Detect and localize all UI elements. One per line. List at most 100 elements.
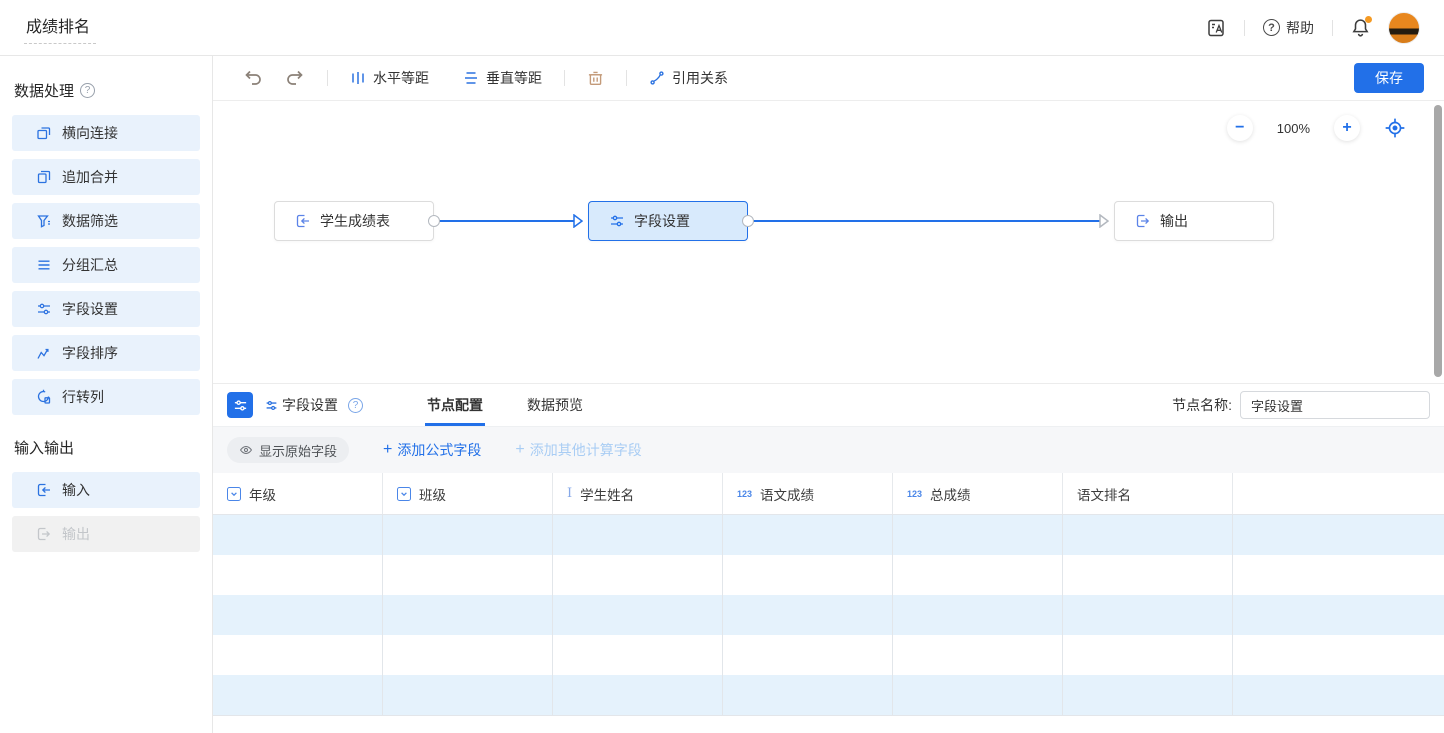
field-actions-row: 显示原始字段 + 添加公式字段 + 添加其他计算字段: [213, 427, 1444, 473]
sidebar-item-data-filter[interactable]: 数据筛选: [12, 203, 200, 239]
avatar[interactable]: [1388, 12, 1420, 44]
node-field-settings[interactable]: 字段设置: [588, 201, 748, 241]
vertical-distribute-button[interactable]: 垂直等距: [463, 68, 542, 88]
help-button[interactable]: ? 帮助: [1263, 18, 1314, 38]
table-row: [213, 595, 1444, 635]
node-output-port[interactable]: [742, 215, 754, 227]
append-merge-icon: [36, 169, 52, 185]
add-formula-field-button[interactable]: + 添加公式字段: [383, 440, 481, 460]
crosshair-icon: [1384, 117, 1406, 139]
edge-arrow-icon: [573, 214, 583, 228]
panel-tabs: 节点配置 数据预览: [427, 384, 583, 426]
tab-data-preview[interactable]: 数据预览: [527, 384, 583, 426]
node-label: 输出: [1160, 211, 1188, 231]
column-header-empty: [1233, 473, 1444, 514]
node-name-input[interactable]: [1240, 391, 1430, 419]
divider: [1332, 20, 1333, 36]
sidebar-item-label: 数据筛选: [62, 211, 118, 231]
output-icon: [1135, 213, 1151, 229]
horizontal-distribute-icon: [350, 70, 366, 86]
language-icon[interactable]: [1206, 18, 1226, 38]
sidebar-item-append-merge[interactable]: 追加合并: [12, 159, 200, 195]
sidebar-item-label: 字段排序: [62, 343, 118, 363]
section-title-input-output: 输入输出: [12, 437, 200, 458]
text-field-icon: I: [567, 486, 572, 501]
sidebar-item-label: 追加合并: [62, 167, 118, 187]
node-label: 字段设置: [634, 211, 690, 231]
column-header-grade[interactable]: 年级: [213, 473, 383, 514]
input-icon: [295, 213, 311, 229]
output-icon: [36, 526, 52, 542]
vertical-scrollbar[interactable]: [1434, 105, 1442, 377]
save-button[interactable]: 保存: [1354, 63, 1424, 93]
sidebar: 数据处理 ? 横向连接 追加合并 数据筛选: [0, 56, 213, 733]
document-title[interactable]: 成绩排名: [24, 11, 96, 44]
table-row: [213, 555, 1444, 595]
plus-icon: +: [515, 442, 524, 458]
input-icon: [36, 482, 52, 498]
horizontal-distribute-button[interactable]: 水平等距: [350, 68, 429, 88]
node-name-label: 节点名称:: [1172, 395, 1232, 415]
zoom-in-button[interactable]: +: [1334, 115, 1360, 141]
notification-button[interactable]: [1351, 18, 1370, 37]
field-settings-icon: [609, 213, 625, 229]
edge-input-to-fieldset: [438, 220, 576, 222]
column-header-total-score[interactable]: 123 总成绩: [893, 473, 1063, 514]
sidebar-item-label: 输出: [62, 524, 90, 544]
column-header-chinese-rank[interactable]: 语文排名: [1063, 473, 1233, 514]
redo-button[interactable]: [285, 69, 305, 87]
flow-canvas[interactable]: − 100% +: [213, 101, 1444, 383]
plus-icon: +: [383, 442, 392, 458]
column-header-class[interactable]: 班级: [383, 473, 553, 514]
show-original-fields-button[interactable]: 显示原始字段: [227, 437, 349, 463]
field-settings-icon: [36, 301, 52, 317]
node-student-score-table[interactable]: 学生成绩表: [274, 201, 434, 241]
field-sort-icon: [36, 345, 52, 361]
node-output-port[interactable]: [428, 215, 440, 227]
table-row: [213, 515, 1444, 555]
reference-relation-icon: [649, 70, 665, 86]
section-help-icon[interactable]: ?: [80, 83, 95, 98]
table-footer: [213, 715, 1444, 733]
locate-button[interactable]: [1384, 117, 1406, 139]
canvas-toolbar: 水平等距 垂直等距 引用关系: [213, 56, 1444, 101]
sidebar-item-row-to-column[interactable]: 行转列: [12, 379, 200, 415]
table-row: [213, 635, 1444, 675]
divider: [626, 70, 627, 86]
edge-fieldset-to-output: [752, 220, 1102, 222]
zoom-out-button[interactable]: −: [1227, 115, 1253, 141]
help-label: 帮助: [1286, 18, 1314, 38]
field-settings-badge-icon: [227, 392, 253, 418]
field-settings-icon: [265, 399, 278, 412]
sidebar-item-label: 行转列: [62, 387, 104, 407]
tab-node-config[interactable]: 节点配置: [427, 384, 483, 426]
row-to-column-icon: [36, 389, 52, 405]
number-field-icon: 123: [907, 489, 922, 499]
sidebar-item-cross-join[interactable]: 横向连接: [12, 115, 200, 151]
dimension-field-icon: [397, 487, 411, 501]
panel-title: 字段设置 ?: [265, 395, 363, 415]
top-bar: 成绩排名 ? 帮助: [0, 0, 1444, 56]
section-title-data-processing: 数据处理 ?: [12, 80, 200, 101]
notification-dot: [1365, 16, 1372, 23]
sidebar-item-field-sort[interactable]: 字段排序: [12, 335, 200, 371]
sidebar-item-field-settings[interactable]: 字段设置: [12, 291, 200, 327]
number-field-icon: 123: [737, 489, 752, 499]
sidebar-item-input[interactable]: 输入: [12, 472, 200, 508]
undo-button[interactable]: [243, 69, 263, 87]
delete-button[interactable]: [587, 70, 604, 87]
eye-icon: [239, 443, 253, 457]
node-output[interactable]: 输出: [1114, 201, 1274, 241]
sidebar-item-label: 分组汇总: [62, 255, 118, 275]
column-header-student-name[interactable]: I 学生姓名: [553, 473, 723, 514]
divider: [327, 70, 328, 86]
vertical-distribute-icon: [463, 70, 479, 86]
sidebar-item-label: 输入: [62, 480, 90, 500]
column-header-chinese-score[interactable]: 123 语文成绩: [723, 473, 893, 514]
zoom-level: 100%: [1277, 121, 1310, 136]
panel-help-icon[interactable]: ?: [348, 398, 363, 413]
edge-arrow-icon: [1099, 214, 1109, 228]
reference-relation-button[interactable]: 引用关系: [649, 68, 728, 88]
filter-icon: [36, 213, 52, 229]
sidebar-item-group-summary[interactable]: 分组汇总: [12, 247, 200, 283]
